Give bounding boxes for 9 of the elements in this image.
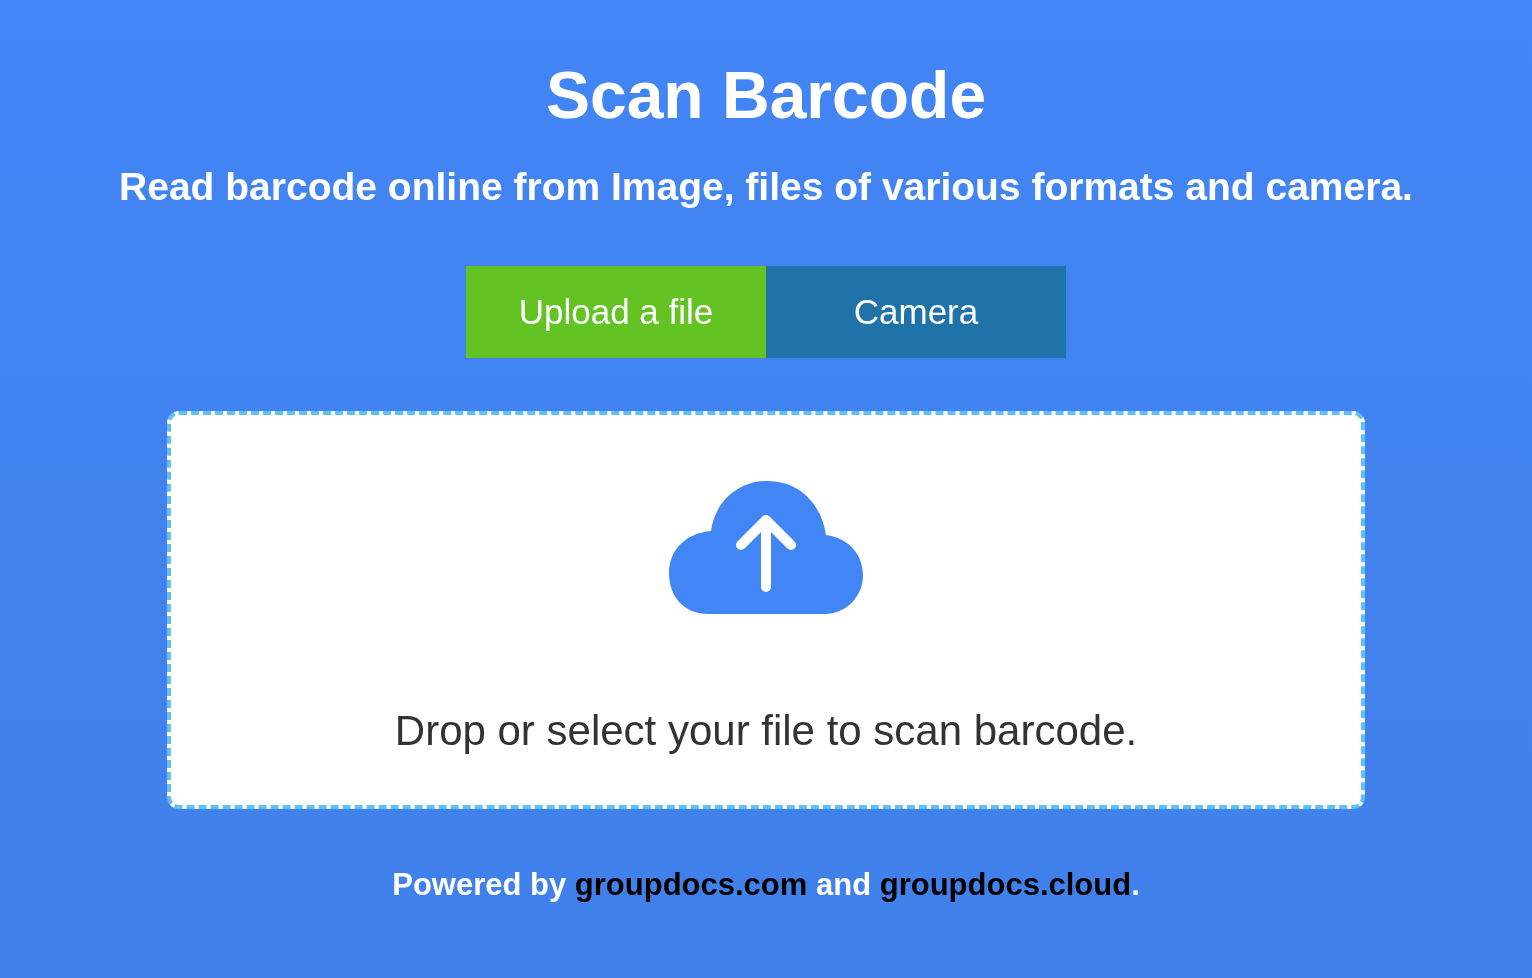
drop-zone[interactable]: Drop or select your file to scan barcode. xyxy=(167,411,1365,809)
page-title: Scan Barcode xyxy=(545,57,987,134)
footer-link[interactable]: groupdocs.com xyxy=(574,867,808,902)
cloud-upload-icon xyxy=(669,481,863,615)
footer-text: Powered by groupdocs.com and groupdocs.cloud. xyxy=(392,867,1140,903)
drop-instruction: Drop or select your file to scan barcode. xyxy=(394,707,1138,755)
tab[interactable]: Camera xyxy=(766,266,1066,358)
footer-link[interactable]: groupdocs.cloud xyxy=(879,867,1132,902)
subtitle: Read barcode online from Image, files of various formats and camera. xyxy=(119,164,1413,210)
